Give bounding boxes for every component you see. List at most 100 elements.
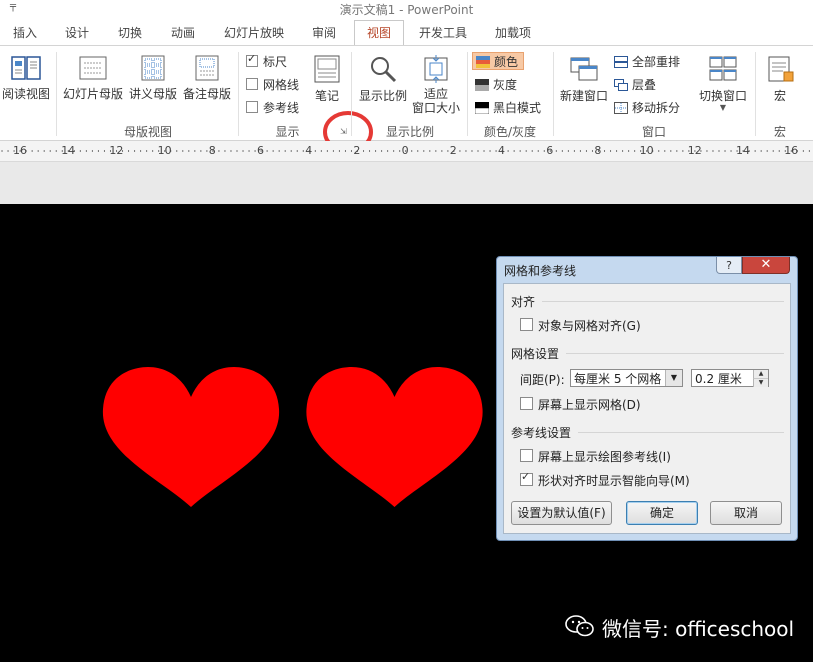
black-white-label: 黑白模式 bbox=[493, 101, 542, 115]
color-button[interactable]: 颜色 bbox=[472, 52, 524, 70]
spacing-select[interactable]: 每厘米 5 个网格 ▼ bbox=[570, 369, 683, 387]
ruler-label: 10 bbox=[157, 144, 172, 157]
tab-addins[interactable]: 加载项 bbox=[493, 20, 533, 46]
zoom-group-label: 显示比例 bbox=[385, 125, 434, 139]
ruler-checkbox[interactable]: 标尺 bbox=[246, 52, 287, 70]
ruler-label: 12 bbox=[687, 144, 702, 157]
switch-windows-icon bbox=[709, 56, 737, 81]
macro-icon bbox=[768, 56, 794, 82]
display-grid-label: 屏幕上显示网格(D) bbox=[538, 398, 641, 412]
group-separator bbox=[238, 52, 239, 136]
spacing-select-value: 每厘米 5 个网格 bbox=[574, 372, 662, 386]
fit-to-window-button[interactable]: 适应 窗口大小 bbox=[410, 54, 462, 115]
grayscale-button[interactable]: 灰度 bbox=[475, 76, 517, 93]
move-split-label: 移动拆分 bbox=[632, 101, 681, 115]
close-button[interactable]: ✕ bbox=[742, 257, 790, 274]
ok-button[interactable]: 确定 bbox=[626, 501, 698, 525]
tab-design[interactable]: 设计 bbox=[62, 20, 92, 46]
tab-animations[interactable]: 动画 bbox=[168, 20, 198, 46]
fit-window-icon bbox=[424, 55, 448, 83]
notes-master-icon bbox=[195, 55, 219, 81]
arrange-all-button[interactable]: 全部重排 bbox=[614, 53, 680, 70]
handout-master-button[interactable]: 讲义母版 bbox=[127, 54, 179, 102]
notes-master-button[interactable]: 备注母版 bbox=[181, 54, 233, 102]
group-separator bbox=[56, 52, 57, 136]
ruler-label: 12 bbox=[109, 144, 124, 157]
smart-guides-checkbox[interactable]: 形状对齐时显示智能向导(M) bbox=[520, 470, 690, 489]
ruler-label: 14 bbox=[736, 144, 750, 157]
switch-windows-label: 切换窗口 bbox=[698, 89, 747, 103]
color-swatch-icon bbox=[476, 56, 490, 68]
smart-guides-check-icon bbox=[520, 470, 533, 486]
display-guides-checkbox[interactable]: 屏幕上显示绘图参考线(I) bbox=[520, 448, 671, 465]
handout-master-icon bbox=[141, 55, 165, 81]
guides-check-icon bbox=[246, 101, 258, 113]
arrange-all-icon bbox=[614, 56, 628, 68]
gridlines-check-icon bbox=[246, 78, 258, 90]
tab-review[interactable]: 审阅 bbox=[309, 20, 339, 46]
guides-label: 参考线 bbox=[263, 101, 300, 115]
move-split-button[interactable]: 移动拆分 bbox=[614, 99, 680, 116]
handout-master-label: 讲义母版 bbox=[128, 87, 177, 101]
snap-to-grid-checkbox[interactable]: 对象与网格对齐(G) bbox=[520, 317, 641, 334]
notes-label: 笔记 bbox=[314, 89, 339, 103]
guides-checkbox[interactable]: 参考线 bbox=[246, 99, 299, 116]
dialog-body: 对齐 对象与网格对齐(G) 网格设置 间距(P): 每厘米 5 个网格 ▼ 0.… bbox=[503, 283, 791, 534]
tab-transitions[interactable]: 切换 bbox=[115, 20, 145, 46]
notes-master-label: 备注母版 bbox=[182, 87, 231, 101]
display-grid-checkbox[interactable]: 屏幕上显示网格(D) bbox=[520, 396, 641, 413]
section-divider bbox=[578, 432, 784, 433]
help-button[interactable]: ? bbox=[716, 257, 742, 274]
gridlines-checkbox[interactable]: 网格线 bbox=[246, 76, 299, 93]
display-guides-label: 屏幕上显示绘图参考线(I) bbox=[538, 450, 671, 464]
spin-down-icon[interactable]: ▼ bbox=[753, 378, 768, 387]
display-guides-check-icon bbox=[520, 449, 533, 462]
ribbon: 阅读视图 幻灯片母版 讲义母版 备注母版 母版视图 ✓标尺 网格线 参考线 笔记… bbox=[0, 46, 813, 153]
set-default-button[interactable]: 设置为默认值(F) bbox=[511, 501, 612, 525]
color-label: 颜色 bbox=[494, 55, 519, 69]
ruler-label: 2 bbox=[449, 144, 457, 157]
fit-window-label-1: 适应 bbox=[423, 87, 448, 101]
black-white-button[interactable]: 黑白模式 bbox=[475, 99, 541, 116]
heart-shape-right[interactable] bbox=[302, 367, 487, 507]
zoom-label: 显示比例 bbox=[358, 89, 407, 103]
chevron-down-icon[interactable]: ▼ bbox=[665, 370, 682, 386]
macros-button[interactable]: 宏 bbox=[760, 54, 800, 104]
ruler-label: 8 bbox=[594, 144, 602, 157]
ruler-label: 14 bbox=[61, 144, 76, 157]
slide-master-button[interactable]: 幻灯片母版 bbox=[62, 54, 124, 102]
ruler-label: 0 bbox=[401, 144, 409, 157]
tab-insert[interactable]: 插入 bbox=[10, 20, 40, 46]
master-views-group-label: 母版视图 bbox=[123, 125, 172, 139]
color-group-label: 颜色/灰度 bbox=[483, 125, 537, 139]
move-split-icon bbox=[614, 102, 628, 114]
grid-and-guides-dialog: 网格和参考线 ? ✕ 对齐 对象与网格对齐(G) 网格设置 间距(P): 每厘米… bbox=[496, 256, 798, 541]
spacing-label: 间距(P): bbox=[520, 373, 565, 387]
spacing-value-input[interactable]: 0.2 厘米 ▲ ▼ bbox=[691, 369, 769, 387]
fit-window-label-2: 窗口大小 bbox=[411, 101, 460, 115]
tab-slideshow[interactable]: 幻灯片放映 bbox=[221, 20, 287, 46]
tab-view[interactable]: 视图 bbox=[354, 20, 404, 47]
heart-shape-left[interactable] bbox=[100, 367, 282, 507]
watermark-text: 微信号: officeschool bbox=[602, 617, 795, 641]
snap-to-grid-label: 对象与网格对齐(G) bbox=[538, 319, 641, 333]
tab-developer[interactable]: 开发工具 bbox=[417, 20, 469, 46]
horizontal-ruler[interactable]: 16 14 12 10 8 6 4 2 0 2 4 6 8 10 12 14 16 bbox=[0, 141, 813, 162]
reading-view-label: 阅读视图 bbox=[1, 87, 50, 101]
grid-section-label: 网格设置 bbox=[511, 347, 560, 361]
cascade-label: 层叠 bbox=[632, 78, 657, 92]
notes-button[interactable]: 笔记 bbox=[308, 54, 346, 104]
zoom-button[interactable]: 显示比例 bbox=[356, 54, 410, 104]
cascade-button[interactable]: 层叠 bbox=[614, 76, 656, 93]
new-window-button[interactable]: 新建窗口 bbox=[557, 54, 611, 104]
section-divider bbox=[566, 353, 784, 354]
cancel-button[interactable]: 取消 bbox=[710, 501, 782, 525]
spin-up-icon[interactable]: ▲ bbox=[753, 370, 768, 378]
ruler-label: 6 bbox=[546, 144, 554, 157]
ruler-label: 10 bbox=[639, 144, 654, 157]
ruler-label: 16 bbox=[784, 144, 799, 157]
grayscale-label: 灰度 bbox=[493, 78, 518, 92]
reading-view-button[interactable]: 阅读视图 bbox=[0, 54, 52, 102]
switch-windows-button[interactable]: 切换窗口 ▼ bbox=[694, 54, 752, 112]
notes-icon bbox=[314, 55, 340, 83]
